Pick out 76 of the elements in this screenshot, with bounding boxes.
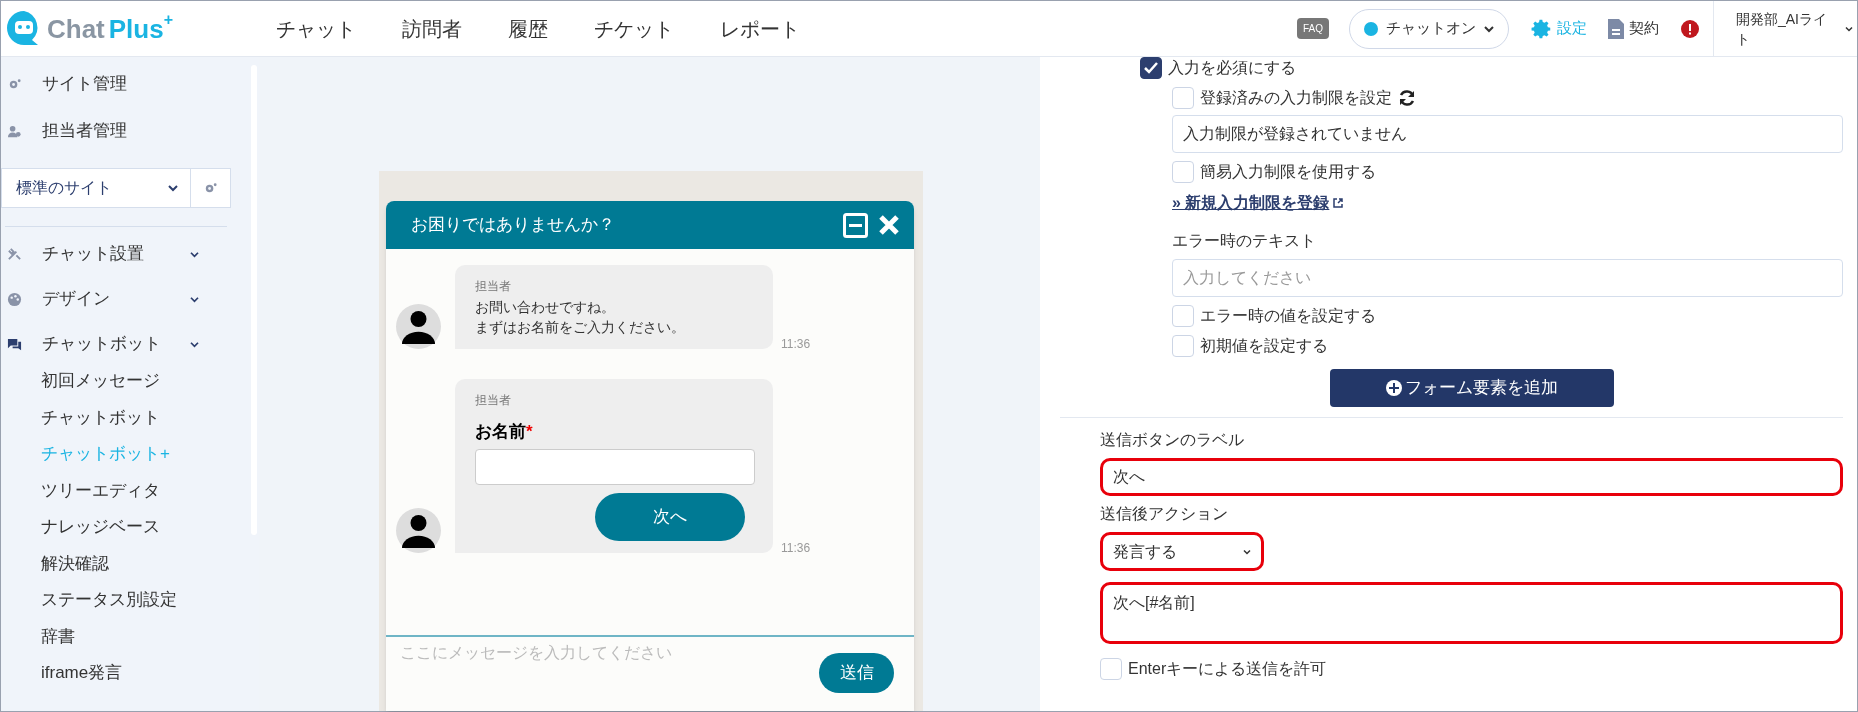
field-label: 送信ボタンのラベル bbox=[1100, 430, 1245, 450]
nav-link[interactable]: 訪問者 bbox=[402, 13, 462, 44]
document-icon bbox=[1607, 17, 1625, 40]
sidebar-item[interactable]: サイト管理 bbox=[7, 73, 249, 95]
checkbox-label: 入力を必須にする bbox=[1168, 58, 1296, 78]
checkbox-label: 初期値を設定する bbox=[1200, 336, 1328, 356]
nav-link[interactable]: 履歴 bbox=[508, 13, 548, 44]
chevron-down-icon bbox=[190, 340, 199, 348]
nav-link[interactable]: チケット bbox=[594, 13, 674, 44]
tools-icon bbox=[7, 246, 22, 262]
sender-name: 担当者 bbox=[475, 392, 512, 409]
register-link[interactable]: » 新規入力制限を登録 bbox=[1172, 191, 1330, 215]
field-label: エラー時のテキスト bbox=[1172, 231, 1317, 251]
action-select[interactable]: 発言する bbox=[1100, 532, 1264, 571]
faq-button[interactable]: FAQ bbox=[1296, 18, 1329, 39]
name-input[interactable] bbox=[475, 448, 755, 485]
sidebar-group[interactable]: チャットボット bbox=[7, 333, 199, 355]
external-link-icon bbox=[1333, 198, 1344, 208]
next-button[interactable]: 次へ bbox=[595, 492, 745, 541]
chat-icon bbox=[7, 336, 22, 352]
site-settings-button[interactable] bbox=[191, 168, 231, 208]
sidebar-subitem[interactable]: チャットボット bbox=[7, 404, 199, 427]
plus-circle-icon bbox=[1385, 379, 1403, 397]
message-text: お問い合わせですね。 bbox=[475, 298, 616, 317]
minimize-icon bbox=[843, 212, 868, 238]
checkbox-label: 登録済みの入力制限を設定 bbox=[1200, 88, 1392, 108]
chevron-down-icon bbox=[168, 184, 178, 192]
chevron-down-icon bbox=[1484, 24, 1494, 33]
user-name: 開発部_AIライ bbox=[1736, 9, 1827, 29]
message-time: 11:36 bbox=[781, 336, 811, 353]
text-field[interactable]: 入力制限が登録されていません bbox=[1172, 115, 1843, 153]
chevron-down-icon bbox=[190, 295, 199, 303]
chat-title: お困りではありませんか？ bbox=[411, 214, 615, 237]
sidebar-subitem[interactable]: ステータス別設定 bbox=[7, 587, 199, 609]
avatar-silhouette-icon bbox=[396, 304, 441, 349]
palette-icon bbox=[7, 291, 22, 307]
sidebar-group[interactable]: デザイン bbox=[7, 288, 199, 310]
logo-text: Chat bbox=[47, 15, 105, 42]
checkmark-icon bbox=[1144, 62, 1158, 74]
person-gear-icon bbox=[7, 123, 22, 139]
sidebar-group[interactable]: チャット設置 bbox=[7, 243, 199, 265]
chevron-down-icon bbox=[1845, 25, 1853, 32]
sidebar-subitem[interactable]: ナレッジベース bbox=[7, 514, 199, 536]
sidebar-subitem[interactable]: 初回メッセージ bbox=[7, 368, 199, 390]
checkbox-label: 簡易入力制限を使用する bbox=[1200, 162, 1376, 182]
sender-name: 担当者 bbox=[475, 278, 512, 295]
logo-text: Plus bbox=[108, 15, 164, 42]
message-time: 11:36 bbox=[781, 539, 811, 557]
nav-link[interactable]: レポート bbox=[720, 13, 800, 44]
chevron-down-icon bbox=[1243, 548, 1251, 555]
checkbox-label: エラー時の値を設定する bbox=[1200, 306, 1376, 326]
message-textarea[interactable]: 次へ[#名前] bbox=[1100, 582, 1843, 644]
avatar-silhouette-icon bbox=[396, 507, 441, 553]
sidebar-subitem[interactable]: 辞書 bbox=[7, 623, 199, 646]
sidebar-subitem[interactable]: ツリーエディタ bbox=[7, 477, 199, 500]
gear-icon bbox=[1531, 17, 1553, 40]
chevron-down-icon bbox=[190, 250, 199, 258]
user-name: ト bbox=[1736, 29, 1751, 49]
checkbox-label: Enterキーによる送信を許可 bbox=[1128, 659, 1327, 679]
sidebar-subitem[interactable]: 解決確認 bbox=[7, 550, 199, 573]
nav-link[interactable]: チャット bbox=[276, 13, 356, 44]
alert-icon bbox=[1681, 19, 1699, 38]
close-icon bbox=[878, 214, 900, 236]
checkbox[interactable] bbox=[1140, 57, 1162, 79]
sidebar-item[interactable]: 担当者管理 bbox=[7, 120, 249, 142]
logo-plus: + bbox=[163, 11, 174, 28]
field-label: お名前 bbox=[475, 421, 526, 443]
text-field[interactable]: 次へ bbox=[1100, 458, 1843, 496]
message-text: まずはお名前をご入力ください。 bbox=[475, 318, 686, 337]
site-select[interactable]: 標準のサイト bbox=[1, 168, 191, 208]
contract-link[interactable]: 契約 bbox=[1607, 17, 1659, 40]
send-button[interactable]: 送信 bbox=[819, 653, 894, 693]
sidebar-subitem[interactable]: iframe発言 bbox=[7, 660, 199, 682]
field-label: 送信後アクション bbox=[1100, 504, 1229, 524]
add-form-element-button[interactable]: フォーム要素を追加 bbox=[1329, 369, 1614, 407]
required-mark: * bbox=[526, 421, 533, 443]
